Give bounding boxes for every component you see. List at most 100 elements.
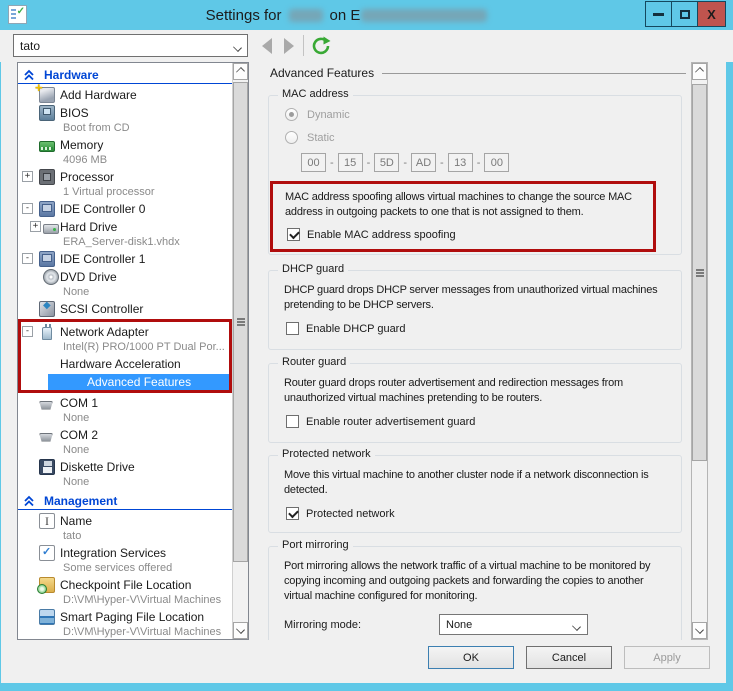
sidebar-item-name[interactable]: Name <box>18 513 232 529</box>
scroll-up-icon[interactable] <box>692 63 707 80</box>
title-rule <box>382 73 686 74</box>
smart-paging-icon <box>39 609 55 625</box>
window-border-bottom <box>0 683 733 691</box>
group-legend: Port mirroring <box>278 539 353 551</box>
item-label: Processor <box>60 170 114 184</box>
checkpoint-icon <box>39 577 55 593</box>
sidebar-item-smart-paging-file-location[interactable]: Smart Paging File Location <box>18 609 232 625</box>
radio-static[interactable] <box>285 131 298 144</box>
static-radio-row[interactable]: Static <box>285 131 681 144</box>
advanced-features-panel: Advanced Features MAC address Dynamic St… <box>257 62 688 640</box>
sidebar-item-checkpoint-file-location[interactable]: Checkpoint File Location <box>18 577 232 593</box>
mirroring-mode-dropdown[interactable]: None <box>439 614 588 635</box>
forward-arrow-icon[interactable] <box>284 38 294 54</box>
sidebar-item-ide-controller-0[interactable]: - IDE Controller 0 <box>18 201 232 217</box>
scsi-controller-icon <box>39 301 55 317</box>
maximize-button[interactable] <box>671 1 698 27</box>
collapse-icon[interactable]: - <box>22 203 33 214</box>
protected-network-checkbox[interactable] <box>286 507 299 520</box>
item-label: Add Hardware <box>60 88 137 102</box>
mac-octet-field[interactable]: 00 <box>301 153 326 172</box>
scroll-down-icon[interactable] <box>692 622 707 639</box>
scroll-up-icon[interactable] <box>233 63 248 80</box>
router-guard-checkbox[interactable] <box>286 415 299 428</box>
close-icon: X <box>707 7 716 22</box>
mac-octet-field[interactable]: 15 <box>338 153 363 172</box>
diskette-icon <box>39 459 55 475</box>
protected-network-group: Protected network Move this virtual mach… <box>268 455 682 533</box>
group-legend: DHCP guard <box>278 263 348 275</box>
sidebar-item-integration-services[interactable]: Integration Services <box>18 545 232 561</box>
sidebar-item-memory[interactable]: Memory <box>18 137 232 153</box>
sidebar-item-add-hardware[interactable]: Add Hardware <box>18 87 232 103</box>
protected-network-description: Move this virtual machine to another clu… <box>284 468 681 498</box>
chevron-up-icon <box>695 67 704 76</box>
item-label: Network Adapter <box>60 325 149 339</box>
sidebar-item-com-2[interactable]: COM 2 <box>18 427 232 443</box>
scroll-down-icon[interactable] <box>233 622 248 639</box>
mac-octet-field[interactable]: 13 <box>448 153 473 172</box>
mac-octet-field[interactable]: 5D <box>374 153 399 172</box>
close-button[interactable]: X <box>697 1 726 27</box>
collapse-icon[interactable]: - <box>22 326 33 337</box>
cancel-button[interactable]: Cancel <box>526 646 612 669</box>
sidebar-item-diskette-drive[interactable]: Diskette Drive <box>18 459 232 475</box>
back-arrow-icon[interactable] <box>262 38 272 54</box>
protected-network-row[interactable]: Protected network <box>286 507 681 520</box>
apply-button[interactable]: Apply <box>624 646 710 669</box>
hardware-tree-sidebar: Hardware Add Hardware BIOS Boot from CD … <box>17 62 249 640</box>
sidebar-section-management[interactable]: Management <box>18 493 232 510</box>
expand-icon[interactable]: + <box>30 221 41 232</box>
enable-dhcp-guard-row[interactable]: Enable DHCP guard <box>286 322 681 335</box>
item-label: Hardware Acceleration <box>60 357 181 371</box>
mac-octet-field[interactable]: AD <box>411 153 436 172</box>
minimize-button[interactable] <box>645 1 672 27</box>
expand-icon[interactable]: + <box>22 171 33 182</box>
panel-scrollbar-thumb[interactable] <box>692 84 707 461</box>
octet-separator: - <box>367 157 371 169</box>
sidebar-item-hardware-acceleration[interactable]: Hardware Acceleration <box>21 356 229 372</box>
item-sublabel: tato <box>18 529 232 543</box>
item-sublabel: D:\VM\Hyper-V\Virtual Machines <box>18 593 232 607</box>
mac-address-fields: 00 - 15 - 5D - AD - 13 - 00 <box>301 153 681 172</box>
sidebar-item-scsi-controller[interactable]: SCSI Controller <box>18 301 232 317</box>
mac-octet-field[interactable]: 00 <box>484 153 509 172</box>
sidebar-item-hard-drive[interactable]: + Hard Drive <box>18 219 232 235</box>
sidebar-item-advanced-features[interactable]: Advanced Features <box>48 374 229 390</box>
section-label: Hardware <box>44 68 99 82</box>
collapse-icon[interactable]: - <box>22 253 33 264</box>
sidebar-scrollbar-thumb[interactable] <box>233 82 248 562</box>
panel-title: Advanced Features <box>270 66 688 80</box>
item-label: COM 2 <box>60 428 98 442</box>
enable-mac-spoofing-row[interactable]: Enable MAC address spoofing <box>287 228 653 241</box>
item-sublabel: None <box>18 475 232 489</box>
sidebar-item-com-1[interactable]: COM 1 <box>18 395 232 411</box>
enable-router-guard-row[interactable]: Enable router advertisement guard <box>286 415 681 428</box>
sidebar-item-network-adapter[interactable]: - Network Adapter <box>21 324 229 340</box>
item-label: DVD Drive <box>60 270 117 284</box>
vm-selector-combobox[interactable]: tato <box>13 34 248 57</box>
sidebar-item-bios[interactable]: BIOS <box>18 105 232 121</box>
ok-button[interactable]: OK <box>428 646 514 669</box>
group-legend: Router guard <box>278 356 350 368</box>
sidebar-section-hardware[interactable]: Hardware <box>18 67 232 84</box>
dynamic-radio-row[interactable]: Dynamic <box>285 108 681 121</box>
radio-dynamic[interactable] <box>285 108 298 121</box>
chevron-down-icon <box>233 43 242 52</box>
sidebar-scrollbar[interactable] <box>232 63 248 639</box>
checkbox-label: Enable router advertisement guard <box>306 416 475 428</box>
maximize-icon <box>680 10 690 19</box>
item-sublabel: Some services offered <box>18 561 232 575</box>
sidebar-item-ide-controller-1[interactable]: - IDE Controller 1 <box>18 251 232 267</box>
dhcp-guard-checkbox[interactable] <box>286 322 299 335</box>
panel-scrollbar[interactable] <box>691 62 708 640</box>
refresh-icon[interactable] <box>310 35 332 57</box>
sidebar-item-dvd-drive[interactable]: DVD Drive <box>18 269 232 285</box>
sidebar-item-processor[interactable]: + Processor <box>18 169 232 185</box>
title-text-prefix: Settings for <box>206 7 282 24</box>
mac-spoofing-checkbox[interactable] <box>287 228 300 241</box>
hard-drive-icon <box>43 224 59 234</box>
vm-selector-value: tato <box>20 39 40 53</box>
dhcp-guard-group: DHCP guard DHCP guard drops DHCP server … <box>268 270 682 350</box>
item-label: Integration Services <box>60 546 166 560</box>
